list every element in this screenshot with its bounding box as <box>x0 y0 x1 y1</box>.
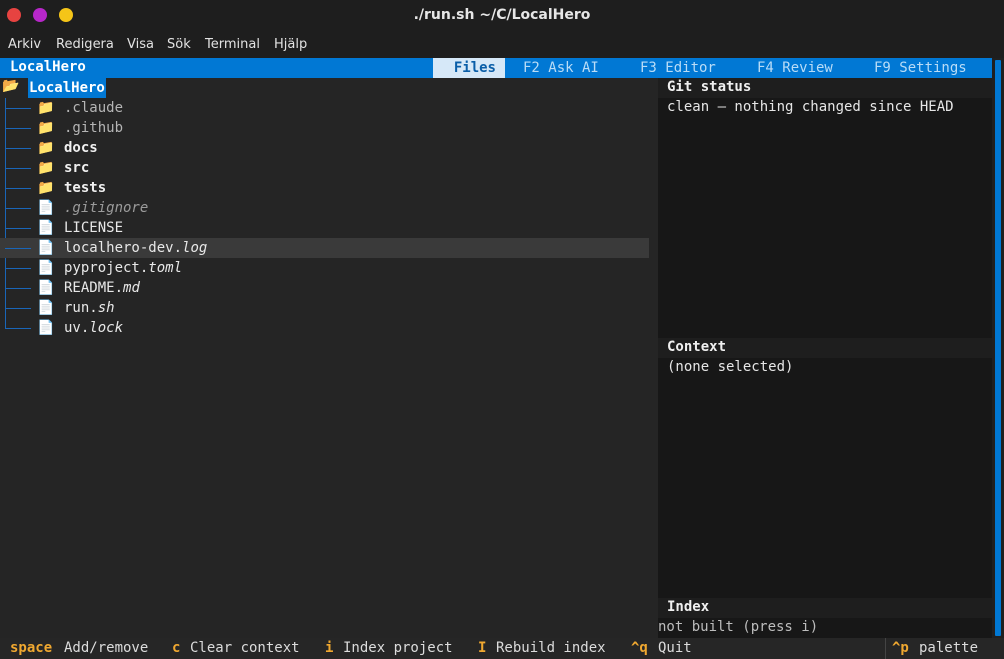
tree-item-claude[interactable]: 📁 .claude <box>0 98 649 118</box>
menu-visa[interactable]: Visa <box>127 37 154 52</box>
tree-item-gitignore[interactable]: 📄 .gitignore <box>0 198 649 218</box>
folder-icon: 📁 <box>37 160 55 176</box>
tree-branch-line <box>5 328 31 329</box>
tree-item-label: LICENSE <box>64 220 124 236</box>
footer-label-clear-context[interactable]: Clear context <box>190 638 300 659</box>
tree-item-label: run.sh <box>64 300 115 316</box>
tree-item-pyproject[interactable]: 📄 pyproject.toml <box>0 258 649 278</box>
footer-key-ctrl-q[interactable]: ^q <box>631 638 648 659</box>
git-status-title: Git status <box>667 79 752 95</box>
file-icon: 📄 <box>37 260 55 276</box>
footer-key-shift-i[interactable]: I <box>478 638 486 659</box>
tab-files[interactable]: Files <box>433 58 505 78</box>
tree-item-label: tests <box>64 180 107 196</box>
footer-keybar: space Add/remove c Clear context i Index… <box>0 638 1004 659</box>
tree-item-uv-lock[interactable]: 📄 uv.lock <box>0 318 649 338</box>
footer-label-add-remove[interactable]: Add/remove <box>64 638 148 659</box>
menu-sok[interactable]: Sök <box>167 37 191 52</box>
tree-branch-line <box>5 108 31 109</box>
tree-item-localhero-dev-log[interactable]: 📄 localhero-dev.log <box>0 238 649 258</box>
folder-icon: 📁 <box>37 180 55 196</box>
tree-branch-line <box>5 268 31 269</box>
tree-item-docs[interactable]: 📁 docs <box>0 138 649 158</box>
tree-item-run-sh[interactable]: 📄 run.sh <box>0 298 649 318</box>
folder-icon: 📁 <box>37 140 55 156</box>
tab-review[interactable]: F4 Review <box>757 58 833 78</box>
footer-separator <box>885 638 886 659</box>
tree-item-label: README.md <box>64 280 140 296</box>
tree-branch-line <box>5 288 31 289</box>
context-title: Context <box>667 339 727 355</box>
tree-branch-line <box>5 128 31 129</box>
tree-item-label: localhero-dev.log <box>64 240 208 256</box>
tab-settings[interactable]: F9 Settings <box>874 58 967 78</box>
file-icon: 📄 <box>37 220 55 236</box>
footer-key-i[interactable]: i <box>325 638 333 659</box>
app-header: LocalHero Files F2 Ask AI F3 Editor F4 R… <box>0 58 992 78</box>
footer-label-palette[interactable]: palette <box>919 638 978 659</box>
index-title: Index <box>667 599 710 615</box>
git-status-text: clean — nothing changed since HEAD <box>667 99 954 115</box>
folder-icon: 📁 <box>37 100 55 116</box>
menubar: Arkiv Redigera Visa Sök Terminal Hjälp <box>0 31 1004 58</box>
tab-editor[interactable]: F3 Editor <box>640 58 716 78</box>
menu-terminal[interactable]: Terminal <box>205 37 260 52</box>
file-icon: 📄 <box>37 200 55 216</box>
tree-item-label: pyproject.toml <box>64 260 183 276</box>
context-text: (none selected) <box>667 359 794 375</box>
scrollbar[interactable] <box>992 58 1004 638</box>
tree-branch-line <box>5 308 31 309</box>
tree-item-label: docs <box>64 140 98 156</box>
footer-key-ctrl-p[interactable]: ^p <box>892 638 909 659</box>
folder-icon: 📁 <box>37 120 55 136</box>
window-title: ./run.sh ~/C/LocalHero <box>413 7 591 23</box>
menu-hjalp[interactable]: Hjälp <box>274 37 307 52</box>
menu-arkiv[interactable]: Arkiv <box>8 37 41 52</box>
file-icon: 📄 <box>37 300 55 316</box>
tree-item-src[interactable]: 📁 src <box>0 158 649 178</box>
file-icon: 📄 <box>37 240 55 256</box>
file-icon: 📄 <box>37 320 55 336</box>
tree-root[interactable]: LocalHero <box>28 78 106 98</box>
tree-branch-line <box>5 248 31 249</box>
tree-item-github[interactable]: 📁 .github <box>0 118 649 138</box>
index-text: not built (press i) <box>658 619 819 635</box>
file-tree-panel[interactable]: 📁 .claude 📁 .github 📁 docs 📁 src 📁 tests… <box>0 78 658 638</box>
footer-label-index-project[interactable]: Index project <box>343 638 453 659</box>
tree-branch-line <box>5 228 31 229</box>
tree-branch-line <box>5 168 31 169</box>
open-folder-icon: 📂 <box>2 78 20 94</box>
tab-ask-ai[interactable]: F2 Ask AI <box>523 58 599 78</box>
window-titlebar: ./run.sh ~/C/LocalHero <box>0 0 1004 31</box>
tree-item-label: src <box>64 160 90 176</box>
tree-item-label: .gitignore <box>64 200 149 216</box>
tree-item-readme[interactable]: 📄 README.md <box>0 278 649 298</box>
scrollbar-thumb[interactable] <box>995 60 1001 636</box>
tree-item-license[interactable]: 📄 LICENSE <box>0 218 649 238</box>
tree-item-label: .claude <box>64 100 124 116</box>
menu-redigera[interactable]: Redigera <box>56 37 114 52</box>
file-icon: 📄 <box>37 280 55 296</box>
info-panel: Git status clean — nothing changed since… <box>658 78 992 638</box>
footer-key-c[interactable]: c <box>172 638 180 659</box>
footer-label-rebuild-index[interactable]: Rebuild index <box>496 638 606 659</box>
footer-label-quit[interactable]: Quit <box>658 638 692 659</box>
tree-item-label: uv.lock <box>64 320 124 336</box>
tree-item-label: .github <box>64 120 124 136</box>
tree-branch-line <box>5 148 31 149</box>
app-title: LocalHero <box>10 59 86 75</box>
tree-branch-line <box>5 188 31 189</box>
footer-key-space[interactable]: space <box>10 638 52 659</box>
tree-item-tests[interactable]: 📁 tests <box>0 178 649 198</box>
tree-branch-line <box>5 208 31 209</box>
